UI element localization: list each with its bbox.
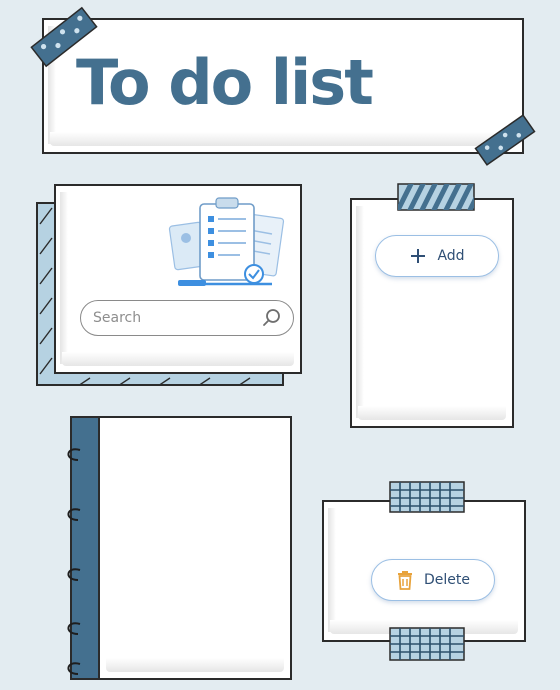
search-input[interactable] — [93, 308, 253, 328]
paper-shade — [62, 352, 294, 366]
delete-card: Delete — [322, 500, 526, 642]
trash-icon — [398, 571, 412, 590]
page-title: To do list — [76, 46, 374, 119]
search-card — [54, 184, 302, 374]
washi-tape-grid — [389, 481, 465, 513]
search-box[interactable] — [80, 300, 294, 336]
paper-shade — [358, 406, 506, 420]
delete-button[interactable]: Delete — [371, 559, 495, 601]
notebook-card — [70, 416, 292, 680]
washi-tape-dots — [30, 6, 98, 68]
clipboard-illustration — [168, 197, 285, 286]
washi-tape-dots — [474, 114, 536, 166]
paper-shade — [328, 508, 336, 632]
spiral-rings — [67, 448, 81, 675]
add-button-label: Add — [437, 248, 465, 264]
paper-shade — [60, 192, 68, 364]
paper-shade — [50, 132, 516, 146]
title-card: To do list — [42, 18, 524, 154]
add-button[interactable]: Add — [375, 235, 499, 277]
washi-tape-grid — [389, 627, 465, 661]
paper-shade — [106, 658, 284, 672]
add-card: Add — [350, 198, 514, 428]
washi-tape-stripes — [397, 183, 475, 211]
paper-shade — [356, 206, 364, 418]
delete-button-label: Delete — [424, 572, 470, 588]
search-icon[interactable] — [261, 307, 283, 329]
plus-icon — [411, 249, 426, 263]
